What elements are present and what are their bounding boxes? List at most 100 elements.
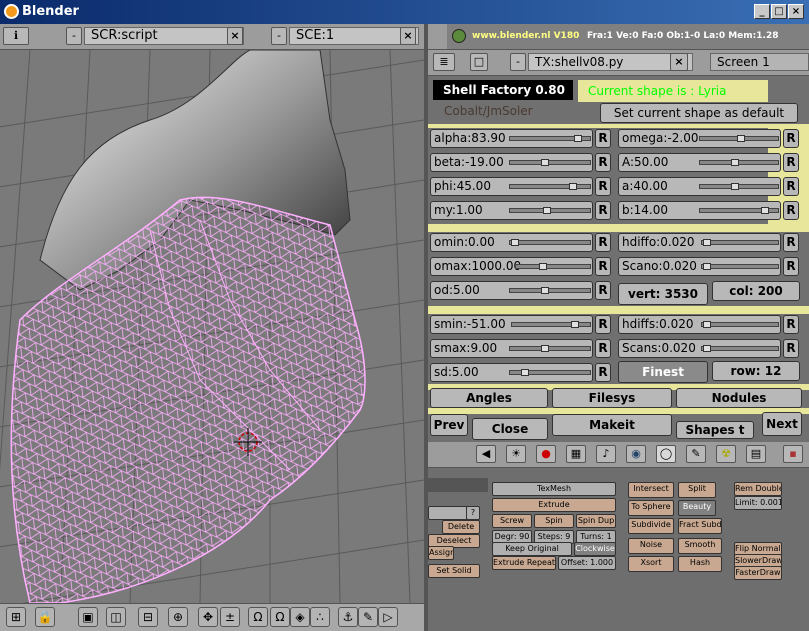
a-upper-slider[interactable]: A:50.00 bbox=[618, 153, 781, 172]
set-default-button[interactable]: Set current shape as default bbox=[600, 103, 798, 123]
offset-field[interactable]: Offset: 1.000 bbox=[558, 556, 616, 570]
my-reset-button[interactable]: R bbox=[595, 201, 611, 220]
paint-buttons-icon[interactable]: ✎ bbox=[686, 445, 706, 463]
text-file-name[interactable]: TX:shellv08.py bbox=[528, 53, 693, 71]
delete-screen-button[interactable]: × bbox=[227, 27, 243, 45]
smax-slider[interactable]: smax:9.00 bbox=[430, 339, 593, 358]
omega-slider[interactable]: omega:-2.00 bbox=[618, 129, 781, 148]
select-icon[interactable]: ▷ bbox=[378, 607, 398, 627]
screw-button[interactable]: Screw bbox=[492, 514, 532, 528]
a-lower-slider[interactable]: a:40.00 bbox=[618, 177, 781, 196]
od-reset-button[interactable]: R bbox=[595, 281, 611, 300]
close-button[interactable]: Close bbox=[472, 418, 548, 440]
omin-slider[interactable]: omin:0.00 bbox=[430, 233, 593, 252]
intersect-button[interactable]: Intersect bbox=[628, 482, 674, 498]
brush-icon[interactable]: ✎ bbox=[358, 607, 378, 627]
scano-reset-button[interactable]: R bbox=[783, 257, 799, 276]
shapes-menu[interactable]: Shapes t bbox=[676, 421, 754, 439]
b-reset-button[interactable]: R bbox=[783, 201, 799, 220]
beta-slider[interactable]: beta:-19.00 bbox=[430, 153, 593, 172]
edit-buttons-icon[interactable]: ◯ bbox=[656, 445, 676, 463]
scale-icon[interactable]: ± bbox=[220, 607, 240, 627]
display-buttons-icon[interactable]: ▪ bbox=[783, 445, 803, 463]
rotate-icon[interactable]: Ω bbox=[248, 607, 268, 627]
extrude-button[interactable]: Extrude bbox=[492, 498, 616, 512]
texture-buttons-icon[interactable]: ▦ bbox=[566, 445, 586, 463]
vert-count[interactable]: vert: 3530 bbox=[618, 283, 708, 305]
texmesh-button[interactable]: TexMesh bbox=[492, 482, 616, 496]
sd-slider[interactable]: sd:5.00 bbox=[430, 363, 593, 382]
fract-subd-button[interactable]: Fract Subd bbox=[678, 518, 722, 534]
hdiffo-reset-button[interactable]: R bbox=[783, 233, 799, 252]
maximize-button[interactable]: □ bbox=[771, 4, 787, 19]
close-window-button[interactable]: × bbox=[788, 4, 804, 19]
move-icon[interactable]: ✥ bbox=[198, 607, 218, 627]
smax-reset-button[interactable]: R bbox=[595, 339, 611, 358]
clockwise-toggle[interactable]: Clockwise bbox=[574, 542, 616, 556]
omin-reset-button[interactable]: R bbox=[595, 233, 611, 252]
phi-reset-button[interactable]: R bbox=[595, 177, 611, 196]
tab-filesys[interactable]: Filesys bbox=[552, 388, 672, 408]
beauty-toggle[interactable]: Beauty bbox=[678, 500, 716, 516]
col-count[interactable]: col: 200 bbox=[712, 281, 800, 301]
group-menu[interactable]: ? bbox=[466, 506, 480, 520]
keep-original-toggle[interactable]: Keep Original bbox=[492, 542, 572, 556]
omax-reset-button[interactable]: R bbox=[595, 257, 611, 276]
screen-name-field[interactable]: SCR:script bbox=[84, 27, 244, 45]
world-buttons-icon[interactable]: ◉ bbox=[626, 445, 646, 463]
unlink-text-button[interactable]: × bbox=[670, 53, 688, 71]
od-slider[interactable]: od:5.00 bbox=[430, 281, 593, 300]
smooth-button[interactable]: Smooth bbox=[678, 538, 722, 554]
draw-icon[interactable]: ⚓ bbox=[338, 607, 358, 627]
spin-button[interactable]: Spin bbox=[534, 514, 574, 528]
a-upper-reset-button[interactable]: R bbox=[783, 153, 799, 172]
hdiffs-slider[interactable]: hdiffs:0.020 bbox=[618, 315, 781, 334]
omega-reset-button[interactable]: R bbox=[783, 129, 799, 148]
info-window-icon[interactable]: ℹ bbox=[3, 27, 29, 45]
layers-icon[interactable]: ⊟ bbox=[138, 607, 158, 627]
fullscreen-icon[interactable]: □ bbox=[470, 53, 488, 71]
smin-reset-button[interactable]: R bbox=[595, 315, 611, 334]
subdivide-button[interactable]: Subdivide bbox=[628, 518, 674, 534]
to-sphere-button[interactable]: To Sphere bbox=[628, 500, 674, 516]
prev-button[interactable]: Prev bbox=[430, 414, 468, 436]
delete-scene-button[interactable]: × bbox=[400, 27, 416, 45]
text-menu-button[interactable]: - bbox=[510, 53, 526, 71]
scans-reset-button[interactable]: R bbox=[783, 339, 799, 358]
window-type-icon[interactable]: ⊞ bbox=[6, 607, 26, 627]
smin-slider[interactable]: smin:-51.00 bbox=[430, 315, 593, 334]
animation-buttons-icon[interactable]: ♪ bbox=[596, 445, 616, 463]
lock-icon[interactable]: 🔒 bbox=[35, 607, 55, 627]
my-slider[interactable]: my:1.00 bbox=[430, 201, 593, 220]
3d-viewport[interactable] bbox=[0, 50, 424, 603]
vertex-group-selector[interactable] bbox=[428, 478, 488, 492]
rotate-view-icon[interactable]: Ω bbox=[270, 607, 290, 627]
script-buttons-icon[interactable]: ▤ bbox=[746, 445, 766, 463]
zoom-icon[interactable]: ⊕ bbox=[168, 607, 188, 627]
alpha-reset-button[interactable]: R bbox=[595, 129, 611, 148]
scano-slider[interactable]: Scano:0.020 bbox=[618, 257, 781, 276]
b-slider[interactable]: b:14.00 bbox=[618, 201, 781, 220]
hash-button[interactable]: Hash bbox=[678, 556, 722, 572]
phi-slider[interactable]: phi:45.00 bbox=[430, 177, 593, 196]
lamp-buttons-icon[interactable]: ☀ bbox=[506, 445, 526, 463]
alpha-slider[interactable]: alpha:83.90 bbox=[430, 129, 593, 148]
split-button[interactable]: Split bbox=[678, 482, 716, 498]
sd-reset-button[interactable]: R bbox=[595, 363, 611, 382]
group-field[interactable] bbox=[428, 506, 470, 520]
material-buttons-icon[interactable]: ● bbox=[536, 445, 556, 463]
hdiffo-slider[interactable]: hdiffo:0.020 bbox=[618, 233, 781, 252]
rem-doubles-button[interactable]: Rem Doubles bbox=[734, 482, 782, 496]
next-button[interactable]: Next bbox=[762, 412, 802, 436]
faster-draw-button[interactable]: FasterDraw bbox=[734, 566, 782, 580]
pivot-icon[interactable]: ◈ bbox=[290, 607, 310, 627]
limit-field[interactable]: Limit: 0.001 bbox=[734, 496, 782, 510]
points-icon[interactable]: ∴ bbox=[310, 607, 330, 627]
finest-button[interactable]: Finest bbox=[618, 361, 708, 383]
cube-icon[interactable]: ◫ bbox=[106, 607, 126, 627]
view-icon[interactable]: ▣ bbox=[78, 607, 98, 627]
extrude-repeat-button[interactable]: Extrude Repeat bbox=[492, 556, 556, 570]
delete-button[interactable]: Delete bbox=[442, 520, 480, 534]
a-lower-reset-button[interactable]: R bbox=[783, 177, 799, 196]
set-solid-button[interactable]: Set Solid bbox=[428, 564, 480, 578]
